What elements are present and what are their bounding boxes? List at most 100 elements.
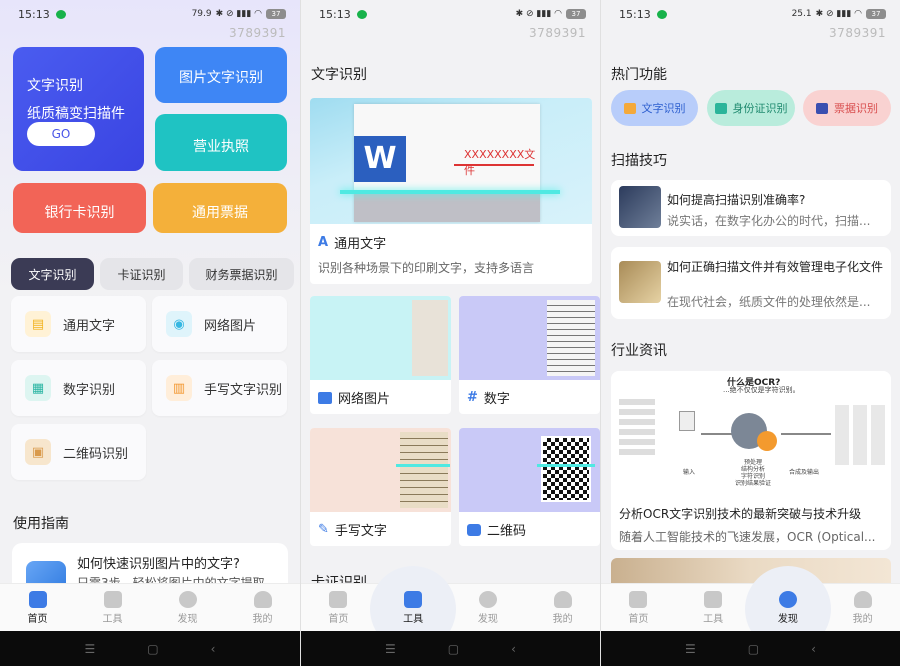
general-text-icon: ▤ — [25, 311, 51, 337]
compass-icon — [178, 590, 197, 608]
document-preview: XXXXXXXX文件 W — [310, 98, 592, 224]
news-summary: 随着人工智能技术的飞速发展，OCR (Optical... — [619, 530, 876, 544]
news-title: 行业资讯 — [611, 343, 667, 359]
person-icon — [853, 590, 872, 608]
bank-card-card[interactable]: 银行卡识别 — [13, 183, 146, 233]
camera-icon: ◉ — [166, 311, 192, 337]
tool-label-text: 网络图片 — [338, 392, 391, 407]
pen-icon: ✎ — [318, 522, 329, 537]
compass-icon — [478, 590, 497, 608]
document-thumb — [412, 300, 448, 376]
tool-title: A 通用文字 — [318, 233, 386, 252]
text-recognition-card[interactable]: 文字识别 纸质稿变扫描件 GO — [13, 47, 144, 171]
back-icon[interactable]: ‹ — [211, 642, 216, 656]
tile-web-image[interactable]: ◉ 网络图片 — [152, 296, 287, 352]
diagram-subtitle: ...绝不仅仅是字符识别。 — [723, 386, 800, 394]
tool-label: 网络图片 — [318, 388, 390, 407]
pill-receipt[interactable]: 票据识别 — [803, 90, 891, 126]
tab-text-recognition[interactable]: 文字识别 — [11, 258, 94, 290]
business-license-card[interactable]: 营业执照 — [155, 114, 287, 171]
home-nav-icon[interactable]: ▢ — [147, 642, 158, 656]
tab-mine[interactable]: 我的 — [825, 584, 900, 631]
tool-label: ✎ 手写文字 — [318, 520, 387, 539]
tool-label: # 数字 — [467, 388, 510, 407]
tab-mine-label: 我的 — [852, 613, 873, 625]
receipt-icon — [816, 102, 828, 114]
tool-label-text: 二维码 — [487, 524, 527, 539]
home-screen: 15:13 79.9 ✱ ⊘ ▮▮▮ ◠ 37 3789391 文字识别 纸质稿变扫… — [0, 0, 300, 666]
tab-tools[interactable]: 工具 — [370, 566, 457, 652]
card-label: 营业执照 — [193, 139, 249, 155]
tab-discover[interactable]: 发现 — [150, 584, 225, 631]
tab-mine[interactable]: 我的 — [525, 584, 600, 631]
web-image-preview — [310, 296, 451, 380]
card-title: 文字识别 — [27, 78, 83, 94]
user-id: 3789391 — [529, 26, 586, 40]
net-speed: 25.1 — [791, 9, 812, 19]
tile-label: 手写文字识别 — [204, 382, 283, 398]
image-icon — [318, 391, 332, 404]
id-card-icon — [714, 102, 727, 114]
menu-icon[interactable]: ☰ — [385, 642, 396, 656]
bottom-tabbar: 首页 工具 发现 我的 — [301, 566, 600, 652]
wechat-icon — [656, 9, 667, 19]
pill-id-card[interactable]: 身份证识别 — [707, 90, 795, 126]
input-docs-icon — [619, 399, 655, 459]
battery-icon: 37 — [866, 9, 886, 19]
scan-line — [340, 190, 560, 194]
system-nav: ☰ ▢ ‹ — [601, 631, 900, 666]
status-time: 15:13 — [18, 7, 50, 21]
handwrite-tool[interactable]: ✎ 手写文字 — [310, 428, 451, 546]
tab-finance-receipt[interactable]: 财务票据识别 — [189, 258, 294, 290]
go-button[interactable]: GO — [27, 122, 95, 146]
doc-icon — [679, 411, 695, 431]
tip-title: 如何正确扫描文件并有效管理电子化文件 — [667, 260, 884, 274]
qrcode-tool[interactable]: 二维码 — [459, 428, 600, 546]
tab-home[interactable]: 首页 — [0, 584, 75, 631]
tab-home[interactable]: 首页 — [301, 584, 376, 631]
status-bar: 15:13 ✱ ⊘ ▮▮▮ ◠ 37 — [301, 0, 600, 28]
tile-handwrite[interactable]: ▥ 手写文字识别 — [152, 360, 287, 416]
label-process: 预处理 结构分析 字符识别 识别结果验证 — [735, 459, 772, 487]
home-nav-icon[interactable]: ▢ — [748, 642, 759, 656]
user-id: 3789391 — [829, 26, 886, 40]
image-text-card[interactable]: 图片文字识别 — [155, 47, 287, 103]
tab-discover[interactable]: 发现 — [744, 566, 831, 652]
web-image-tool[interactable]: 网络图片 — [310, 296, 451, 414]
menu-icon[interactable]: ☰ — [85, 642, 96, 656]
pill-label: 身份证识别 — [732, 102, 788, 115]
tab-discover[interactable]: 发现 — [451, 584, 526, 631]
hot-title: 热门功能 — [611, 67, 667, 83]
tab-tools[interactable]: 工具 — [75, 584, 150, 631]
battery-icon: 37 — [566, 9, 586, 19]
digit-list-thumb — [547, 300, 595, 376]
gear-icon — [757, 431, 777, 451]
text-icon — [623, 102, 636, 114]
signal-icon: ✱ ⊘ ▮▮▮ ◠ — [815, 9, 862, 19]
tab-discover-label: 发现 — [477, 613, 498, 625]
compass-icon — [778, 590, 797, 608]
tile-general-text[interactable]: ▤ 通用文字 — [11, 296, 146, 352]
news-card[interactable]: 什么是OCR? ...绝不仅仅是字符识别。 输入 预处理 结构分析 字符识别 识… — [611, 371, 891, 550]
tile-qrcode[interactable]: ▣ 二维码识别 — [11, 424, 146, 480]
pill-text-recognition[interactable]: 文字识别 — [611, 90, 698, 126]
tab-card-recognition[interactable]: 卡证识别 — [100, 258, 183, 290]
tab-home[interactable]: 首页 — [601, 584, 676, 631]
general-receipt-card[interactable]: 通用票据 — [153, 183, 287, 233]
grid-icon: ▦ — [25, 375, 51, 401]
menu-icon[interactable]: ☰ — [685, 642, 696, 656]
tile-digit[interactable]: ▦ 数字识别 — [11, 360, 146, 416]
back-icon[interactable]: ‹ — [811, 642, 816, 656]
tip-card[interactable]: 如何提高扫描识别准确率? 说实话，在数字化办公的时代，扫描... — [611, 180, 891, 236]
tab-mine-label: 我的 — [252, 613, 273, 625]
digit-tool[interactable]: # 数字 — [459, 296, 600, 414]
tab-tools-label: 工具 — [703, 613, 724, 625]
tip-card[interactable]: 如何正确扫描文件并有效管理电子化文件 在现代社会，纸质文件的处理依然是... — [611, 247, 891, 319]
home-nav-icon[interactable]: ▢ — [448, 642, 459, 656]
back-icon[interactable]: ‹ — [511, 642, 516, 656]
qr-scan-icon: ▣ — [25, 439, 51, 465]
card-label: 通用票据 — [192, 205, 248, 221]
tab-mine[interactable]: 我的 — [225, 584, 300, 631]
general-text-tool[interactable]: XXXXXXXX文件 W A 通用文字 识别各种场景下的印刷文字，支持多语言 — [310, 98, 592, 284]
tab-tools[interactable]: 工具 — [676, 584, 751, 631]
